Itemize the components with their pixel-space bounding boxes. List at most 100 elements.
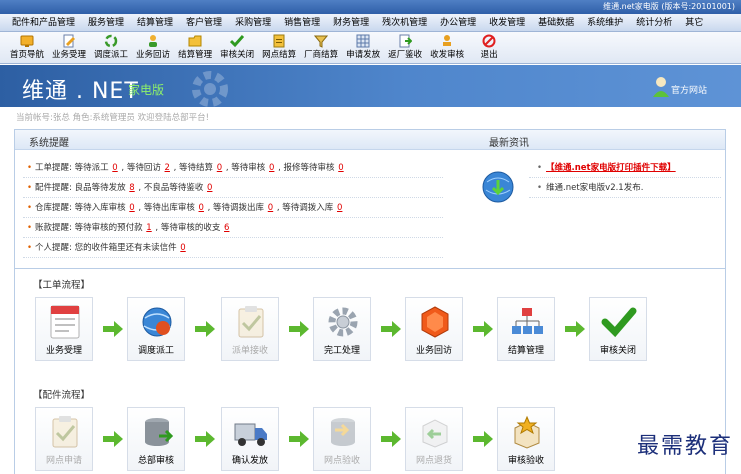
- arrow-right-icon: [195, 431, 215, 447]
- alert-count-link[interactable]: 0: [180, 243, 185, 253]
- parts-flow-step-3[interactable]: 确认发放: [221, 407, 279, 471]
- work-flow-step-4[interactable]: 完工处理: [313, 297, 371, 361]
- alert-count-link[interactable]: 0: [269, 163, 274, 173]
- work-flow-step-1[interactable]: 业务受理: [35, 297, 93, 361]
- hexagon-icon: [421, 306, 449, 338]
- arrow-right-icon: [289, 431, 309, 447]
- flow-step-label: 业务受理: [45, 346, 82, 356]
- toolbar-accept-button[interactable]: 业务受理: [52, 34, 86, 61]
- alert-count-link[interactable]: 0: [112, 163, 117, 173]
- system-alerts-list: • 工单提醒: 等待派工 0 , 等待回访 2 , 等待结算 0 , 等待审核 0…: [23, 158, 443, 258]
- logo-sub: 家电版: [128, 83, 165, 97]
- menu-service[interactable]: 服务管理: [88, 15, 124, 31]
- alert-count-link[interactable]: 2: [165, 163, 170, 173]
- arrow-right-icon: [195, 321, 215, 337]
- folder-icon: [188, 35, 202, 47]
- work-flow-step-5[interactable]: 业务回访: [405, 297, 463, 361]
- globe-icon: [142, 307, 172, 337]
- toolbar-review-close-button[interactable]: 审核关闭: [220, 34, 254, 61]
- flow-step-label: 网点验收: [323, 456, 360, 466]
- arrow-right-icon: [473, 321, 493, 337]
- parts-flow-step-2[interactable]: 总部审核: [127, 407, 185, 471]
- gear-icon: [328, 307, 358, 337]
- work-flow-step-6[interactable]: 结算管理: [497, 297, 555, 361]
- globe-download-icon: [482, 171, 514, 203]
- menu-settlement[interactable]: 结算管理: [137, 15, 173, 31]
- toolbar-settlement-button[interactable]: 结算管理: [178, 34, 212, 61]
- news-link[interactable]: 【维通.net家电版打印插件下载】: [546, 163, 676, 173]
- menu-parts-products[interactable]: 配件和产品管理: [12, 15, 75, 31]
- arrow-right-icon: [103, 321, 123, 337]
- alert-count-link[interactable]: 0: [129, 203, 134, 213]
- flow-step-label: 调度派工: [137, 346, 174, 356]
- news-item: • 维通.net家电版v2.1发布.: [529, 178, 721, 198]
- app-window: 维通.net家电版 (版本号:20101001) 配件和产品管理 服务管理 结算…: [0, 0, 741, 474]
- bullet-icon: •: [537, 163, 543, 173]
- alert-count-link[interactable]: 0: [337, 203, 342, 213]
- user-icon: [653, 77, 669, 97]
- menu-defective[interactable]: 残次机管理: [382, 15, 427, 31]
- menu-finance[interactable]: 财务管理: [333, 15, 369, 31]
- alert-text: 账款提醒: 等待审核的预付款: [35, 223, 146, 233]
- form-icon: [50, 305, 80, 339]
- parts-flow-step-4[interactable]: 网点验收: [313, 407, 371, 471]
- document-icon: [273, 34, 285, 48]
- toolbar: 首页导航 业务受理 调度派工 业务回访 结算管理 审核关闭 网点结算 厂商结算: [0, 32, 741, 64]
- menu-purchase[interactable]: 采购管理: [235, 15, 271, 31]
- flow-step-label: 审核关闭: [599, 346, 636, 356]
- alert-count-link[interactable]: 6: [224, 223, 229, 233]
- flow-step-label: 派单接收: [231, 346, 268, 356]
- panel-header: 系统提醒 最新资讯: [15, 130, 725, 150]
- logo: 维通 . NET: [22, 79, 139, 104]
- alert-count-link[interactable]: 8: [129, 183, 134, 193]
- alert-count-link[interactable]: 0: [217, 163, 222, 173]
- alert-count-link[interactable]: 0: [268, 203, 273, 213]
- check-icon: [230, 35, 245, 48]
- checkmark-icon: [601, 307, 637, 338]
- arrow-right-icon: [103, 431, 123, 447]
- alert-count-link[interactable]: 0: [338, 163, 343, 173]
- work-flow-step-7[interactable]: 审核关闭: [589, 297, 647, 361]
- parts-flow-step-1[interactable]: 网点申请: [35, 407, 93, 471]
- toolbar-followup-button[interactable]: 业务回访: [136, 34, 170, 61]
- toolbar-apply-issue-button[interactable]: 申请发放: [346, 34, 380, 61]
- flow-step-label: 网点退货: [415, 456, 452, 466]
- news-link[interactable]: 维通.net家电版v2.1发布.: [546, 183, 643, 193]
- toolbar-dispatch-review-button[interactable]: 收发审核: [430, 34, 464, 61]
- alert-count-link[interactable]: 0: [207, 183, 212, 193]
- menu-other[interactable]: 其它: [685, 15, 703, 31]
- flow-step-label: 审核验收: [507, 456, 544, 466]
- menu-system[interactable]: 系统维护: [587, 15, 623, 31]
- menu-customer[interactable]: 客户管理: [186, 15, 222, 31]
- parts-flow-step-6[interactable]: 审核验收: [497, 407, 555, 471]
- official-site-link[interactable]: 官方网站: [671, 83, 707, 96]
- toolbar-vendor-settle-button[interactable]: 厂商结算: [304, 34, 338, 61]
- bullet-icon: •: [27, 243, 33, 253]
- news-title: 最新资讯: [489, 138, 529, 149]
- alert-row: • 工单提醒: 等待派工 0 , 等待回访 2 , 等待结算 0 , 等待审核 0…: [23, 158, 443, 178]
- toolbar-exit-button[interactable]: 退出: [472, 34, 506, 61]
- alert-text: , 等待调拨出库: [204, 203, 267, 213]
- menu-office[interactable]: 办公管理: [440, 15, 476, 31]
- alert-count-link[interactable]: 0: [199, 203, 204, 213]
- recycle-icon: [104, 34, 118, 48]
- flow-area: 【工单流程】 业务受理 调度派工 派单接收 完工处理 业务回访 结算管理 审核关闭 【配件流…: [14, 269, 726, 474]
- edit-icon: [63, 34, 76, 48]
- parts-flow-step-5[interactable]: 网点退货: [405, 407, 463, 471]
- bullet-icon: •: [27, 203, 33, 213]
- menu-dispatch[interactable]: 收发管理: [489, 15, 525, 31]
- toolbar-branch-settle-button[interactable]: 网点结算: [262, 34, 296, 61]
- menu-basic-data[interactable]: 基础数据: [538, 15, 574, 31]
- banner: 维通 . NET 家电版 官方网站: [0, 65, 741, 107]
- menu-statistics[interactable]: 统计分析: [636, 15, 672, 31]
- toolbar-home-button[interactable]: 首页导航: [10, 34, 44, 61]
- menu-sales[interactable]: 销售管理: [284, 15, 320, 31]
- arrow-right-icon: [289, 321, 309, 337]
- toolbar-factory-return-button[interactable]: 返厂鉴收: [388, 34, 422, 61]
- alert-text: , 等待出库审核: [135, 203, 198, 213]
- toolbar-dispatch-button[interactable]: 调度派工: [94, 34, 128, 61]
- work-flow-step-2[interactable]: 调度派工: [127, 297, 185, 361]
- work-flow-step-3[interactable]: 派单接收: [221, 297, 279, 361]
- alert-count-link[interactable]: 1: [146, 223, 151, 233]
- work-flow-title: 【工单流程】: [33, 280, 91, 291]
